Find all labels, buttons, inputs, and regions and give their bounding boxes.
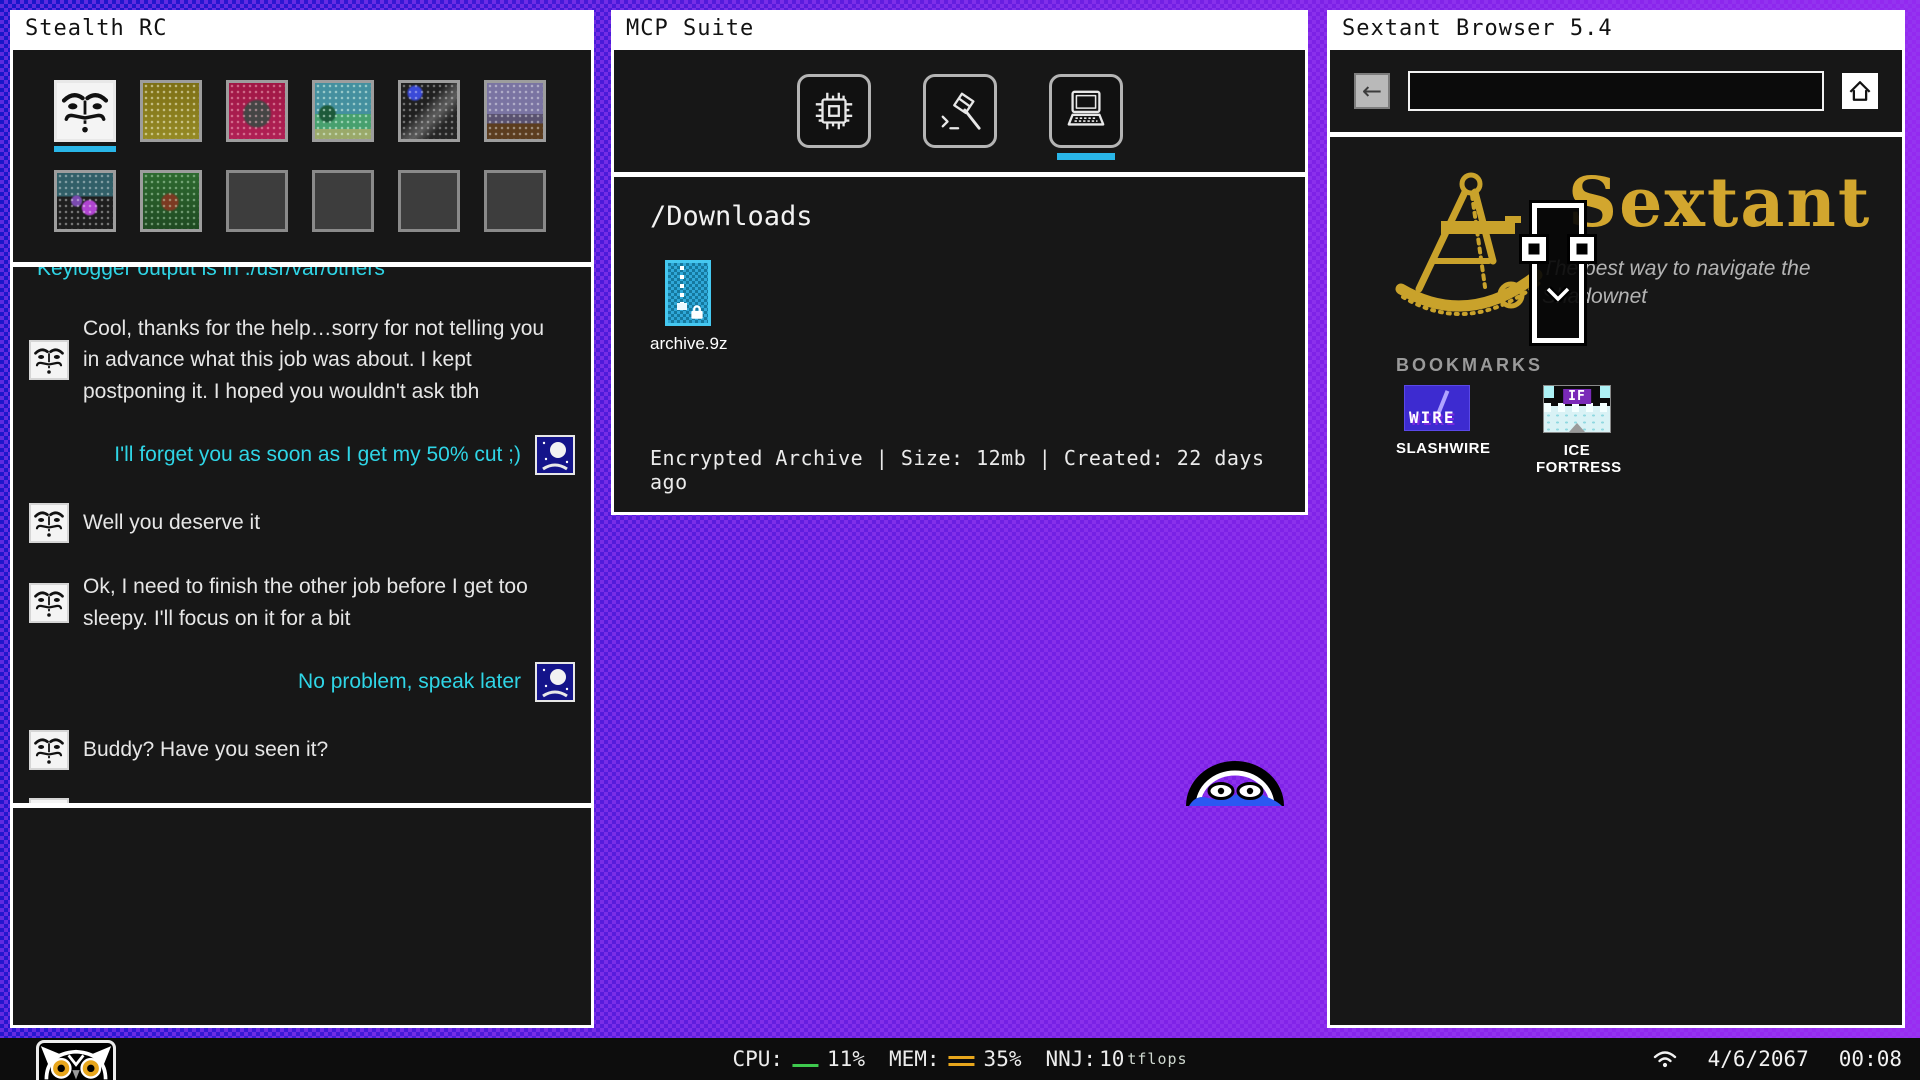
chat-message-out: No problem, speak later — [29, 662, 575, 702]
avatar-slot-empty[interactable] — [312, 170, 374, 232]
stealth-rc-title: Stealth RC — [13, 13, 591, 45]
mcp-suite-title: MCP Suite — [614, 13, 1305, 45]
avatar-thumb-8[interactable] — [140, 170, 202, 232]
totem-mouth-icon — [1545, 286, 1571, 302]
sextant-browser-window: Sextant Browser 5.4 ← — [1327, 10, 1905, 1028]
avatar-anonymous-mask[interactable] — [54, 80, 116, 142]
avatar-thumb-4[interactable] — [312, 80, 374, 142]
chip-icon — [811, 88, 857, 134]
avatar-thumb-5[interactable] — [398, 80, 460, 142]
stealth-rc-window: Stealth RC — [10, 10, 594, 1028]
start-menu-owl-button[interactable] — [36, 1040, 116, 1080]
avatar-thumb-6[interactable] — [484, 80, 546, 142]
mem-gauge-icon — [949, 1056, 975, 1066]
file-name: archive.9z — [650, 334, 726, 354]
chat-message-in: JACKPOOOOTTTT!!! — [29, 798, 575, 803]
padlock-icon — [688, 303, 706, 321]
app-gavel-terminal-button[interactable] — [923, 74, 997, 148]
avatar-slot-empty[interactable] — [484, 170, 546, 232]
mcp-app-dock — [614, 50, 1305, 172]
wifi-icon — [1652, 1049, 1678, 1069]
app-chip-button[interactable] — [797, 74, 871, 148]
home-icon — [1846, 77, 1874, 105]
bookmarks-heading: BOOKMARKS — [1396, 355, 1543, 376]
bookmark-slashwire[interactable]: WIRE SLASHWIRE — [1396, 385, 1478, 476]
folder-path: /Downloads — [650, 201, 1269, 232]
gavel-terminal-icon — [937, 88, 983, 134]
mcp-suite-window: MCP Suite — [611, 10, 1308, 515]
file-archive[interactable]: archive.9z — [650, 260, 726, 354]
encrypted-archive-icon — [665, 260, 711, 326]
avatar-thumb-2[interactable] — [140, 80, 202, 142]
mem-label: MEM: — [889, 1047, 940, 1071]
totem-eye-icon — [1519, 234, 1549, 264]
url-input[interactable] — [1408, 71, 1824, 111]
avatar-thumb-7[interactable] — [54, 170, 116, 232]
contact-avatar-mask — [29, 798, 69, 803]
file-browser: /Downloads archive.9z Encrypted Archive … — [614, 177, 1305, 512]
chat-message-in: Well you deserve it — [29, 503, 575, 543]
contact-avatar-mask — [29, 340, 69, 380]
browser-toolbar: ← — [1330, 50, 1902, 132]
cpu-label: CPU: — [732, 1047, 783, 1071]
desktop: { "stealth_rc": { "title": "Stealth RC",… — [0, 0, 1920, 1080]
taskbar: CPU: 11% MEM: 35% NNJ: 10 tflops 4/6/206… — [0, 1038, 1920, 1080]
contact-avatar-mask — [29, 503, 69, 543]
bookmarks-row: WIRE SLASHWIRE IF ICE FORTRESS — [1396, 385, 1618, 476]
user-avatar-moon — [535, 435, 575, 475]
site-logo-title: Sextant — [1568, 163, 1871, 243]
clock-date: 4/6/2067 — [1708, 1047, 1809, 1071]
totem-eye-icon — [1567, 234, 1597, 264]
chat-compose-area[interactable] — [13, 808, 591, 1025]
clock-time: 00:08 — [1839, 1047, 1902, 1071]
contact-avatar-mask — [29, 583, 69, 623]
chat-message-in: Ok, I need to finish the other job befor… — [29, 571, 575, 634]
bookmark-ice-fortress[interactable]: IF ICE FORTRESS — [1536, 385, 1618, 476]
chat-log[interactable]: Keylogger output is in ./usr/var/others … — [13, 267, 591, 803]
peeking-blob-creature — [1182, 754, 1288, 810]
file-meta-status: Encrypted Archive | Size: 12mb | Created… — [650, 446, 1305, 494]
ice-fortress-favicon: IF — [1543, 385, 1611, 433]
home-button[interactable] — [1842, 73, 1878, 109]
avatar-slot-empty[interactable] — [226, 170, 288, 232]
avatar-thumb-3[interactable] — [226, 80, 288, 142]
chat-message-out-clipped: Keylogger output is in ./usr/var/others — [37, 267, 575, 285]
app-laptop-button[interactable] — [1049, 74, 1123, 148]
system-stats: CPU: 11% MEM: 35% NNJ: 10 tflops — [732, 1038, 1187, 1080]
chat-message-in: Buddy? Have you seen it? — [29, 730, 575, 770]
chat-message-in: Cool, thanks for the help…sorry for not … — [29, 313, 575, 408]
nnj-value: 10 — [1099, 1047, 1124, 1071]
owl-icon — [39, 1040, 113, 1080]
browser-page: Sextant The best way to navigate the Sha… — [1330, 137, 1902, 1025]
browser-title: Sextant Browser 5.4 — [1330, 13, 1902, 45]
taskbar-tray: 4/6/2067 00:08 — [1652, 1038, 1902, 1080]
avatar-grid — [13, 50, 591, 262]
totem-creature — [1532, 203, 1584, 343]
mem-value: 35% — [984, 1047, 1022, 1071]
avatar-slot-empty[interactable] — [398, 170, 460, 232]
user-avatar-moon — [535, 662, 575, 702]
nnj-label: NNJ: — [1045, 1047, 1096, 1071]
contact-avatar-mask — [29, 730, 69, 770]
cpu-gauge-icon — [792, 1064, 818, 1067]
back-arrow-icon: ← — [1362, 77, 1382, 105]
chat-message-out: I'll forget you as soon as I get my 50% … — [29, 435, 575, 475]
back-button[interactable]: ← — [1354, 73, 1390, 109]
nnj-unit: tflops — [1127, 1050, 1187, 1068]
slashwire-favicon: WIRE — [1404, 385, 1470, 431]
cpu-value: 11% — [827, 1047, 865, 1071]
laptop-icon — [1063, 88, 1109, 134]
